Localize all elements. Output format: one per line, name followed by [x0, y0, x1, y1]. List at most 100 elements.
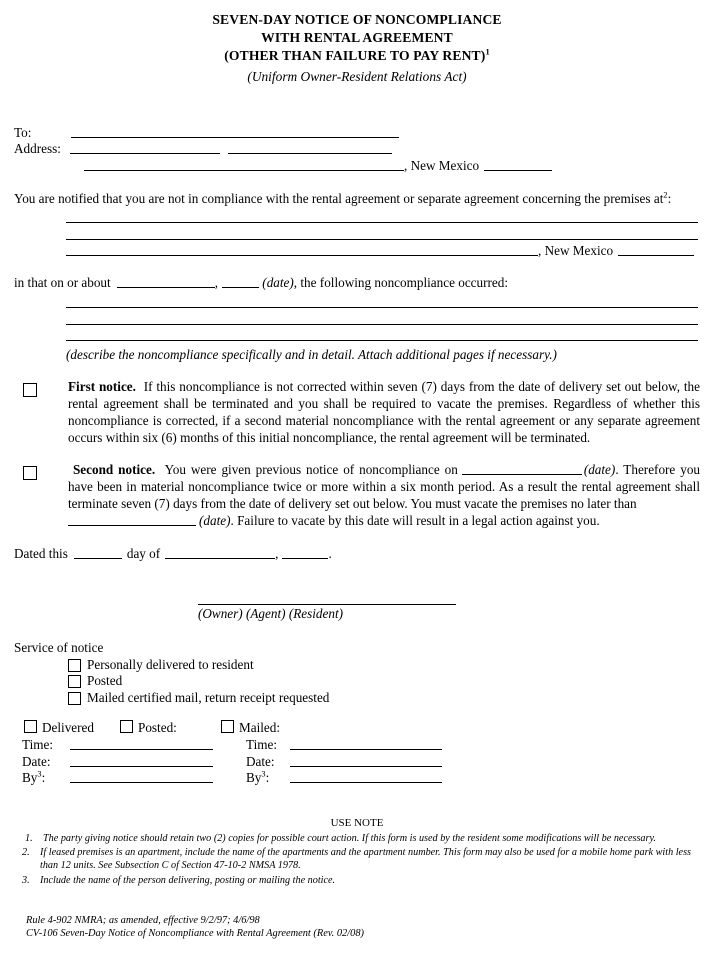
second-notice-heading: Second notice.	[72, 462, 156, 478]
service-checkbox-mailed-certified[interactable]	[68, 691, 81, 705]
premises-row-1	[66, 210, 700, 227]
left-by-label: By3:	[22, 770, 70, 787]
use-note-text-1: The party giving notice should retain tw…	[43, 832, 656, 844]
delivered-label: Delivered	[42, 720, 94, 736]
premises-blank-1[interactable]	[66, 211, 698, 224]
document-subtitle: (Uniform Owner-Resident Relations Act)	[247, 68, 467, 84]
left-date-label: Date:	[22, 753, 51, 769]
dated-month-blank[interactable]	[165, 547, 276, 560]
mailed-label: Mailed:	[239, 720, 281, 736]
dated-lead-text: Dated this	[14, 546, 68, 562]
mailed-checkbox-group[interactable]: Mailed:	[221, 720, 280, 737]
left-by-row: By3:	[22, 770, 213, 787]
service-checkbox-posted[interactable]	[68, 675, 81, 689]
delivered-checkbox[interactable]	[24, 720, 37, 734]
address-zip-blank[interactable]	[484, 159, 553, 171]
right-by-row: By3:	[246, 770, 442, 787]
occurrence-tail-text: , the following noncompliance occurred:	[293, 274, 509, 290]
premises-intro-paragraph: You are notified that you are not in com…	[14, 191, 700, 208]
occurrence-comma: ,	[214, 274, 218, 290]
occurrence-lead-row: in that on or about, (date), the followi…	[14, 275, 700, 292]
occurrence-date-blank-2[interactable]	[222, 275, 259, 288]
service-checkbox-personally-delivered[interactable]	[68, 658, 81, 672]
second-notice-date-blank-2[interactable]	[68, 514, 196, 526]
delivered-checkbox-group[interactable]: Delivered	[24, 720, 94, 737]
right-by-colon: :	[265, 770, 270, 786]
first-notice-text: If this noncompliance is not corrected w…	[68, 379, 700, 445]
occurrence-row-3	[66, 328, 700, 345]
dated-middle-text: day of	[126, 546, 161, 562]
footer-form-line: CV-106 Seven-Day Notice of Noncompliance…	[26, 928, 364, 940]
left-time-blank[interactable]	[70, 738, 213, 751]
second-notice-date-label-1: (date)	[583, 462, 616, 478]
premises-intro-colon: :	[667, 191, 672, 207]
first-notice-checkbox[interactable]	[23, 383, 37, 398]
first-notice-block: First notice. If this noncompliance is n…	[14, 379, 700, 446]
occurrence-desc-blank-1[interactable]	[66, 296, 698, 309]
occurrence-block: in that on or about, (date), the followi…	[14, 275, 700, 364]
use-note-text-3: Include the name of the person deliverin…	[40, 874, 336, 886]
right-by-blank[interactable]	[290, 771, 442, 784]
address-input-blank-1[interactable]	[70, 142, 221, 155]
title-line-3: (OTHER THAN FAILURE TO PAY RENT)1	[14, 47, 700, 65]
premises-blank-2[interactable]	[66, 227, 698, 240]
use-note-item-1: 1. The party giving notice should retain…	[14, 832, 700, 845]
address-row-2: , New Mexico	[14, 158, 700, 175]
address-city-blank[interactable]	[84, 159, 404, 171]
use-note-item-2: 2. If leased premises is an apartment, i…	[14, 846, 700, 873]
footer-rule-line: Rule 4-902 NMRA; as amended, effective 9…	[26, 914, 260, 926]
dated-year-blank[interactable]	[282, 547, 329, 560]
dated-comma: ,	[275, 546, 279, 562]
recipient-block: To: Address: , New Mexico	[14, 125, 700, 175]
address-input-blank-2[interactable]	[228, 142, 393, 155]
dated-period: .	[328, 546, 332, 562]
address-row-1: Address:	[14, 141, 700, 158]
service-option-personally-delivered[interactable]: Personally delivered to resident	[14, 657, 700, 674]
first-notice-paragraph: First notice. If this noncompliance is n…	[68, 379, 700, 446]
service-option-label-1: Personally delivered to resident	[87, 656, 254, 672]
left-time-row: Time:	[22, 737, 213, 754]
mailed-checkbox[interactable]	[221, 720, 234, 734]
service-option-posted[interactable]: Posted	[14, 673, 700, 690]
occurrence-date-blank-1[interactable]	[116, 275, 215, 288]
title-line-1: SEVEN-DAY NOTICE OF NONCOMPLIANCE	[212, 12, 502, 27]
occurrence-date-label: (date)	[262, 274, 294, 290]
signature-line[interactable]	[198, 589, 456, 605]
to-input-blank[interactable]	[70, 126, 399, 138]
premises-zip-blank[interactable]	[618, 244, 695, 257]
title-line-3-text: (OTHER THAN FAILURE TO PAY RENT)	[224, 47, 486, 63]
dated-day-blank[interactable]	[73, 547, 122, 560]
right-by-text: By	[246, 770, 262, 786]
posted-checkbox-group[interactable]: Posted:	[120, 720, 177, 737]
posted-checkbox[interactable]	[120, 720, 133, 734]
second-notice-text-3: . Failure to vacate by this date will re…	[230, 512, 600, 528]
premises-city-blank[interactable]	[66, 244, 538, 257]
signature-caption: (Owner) (Agent) (Resident)	[198, 605, 344, 621]
service-option-label-2: Posted	[87, 673, 123, 689]
use-note-num-3: 3.	[22, 874, 30, 886]
right-time-row: Time:	[246, 737, 442, 754]
second-notice-date-blank-1[interactable]	[461, 463, 582, 476]
right-date-blank[interactable]	[290, 754, 442, 767]
occurrence-desc-blank-3[interactable]	[66, 329, 698, 342]
left-date-blank[interactable]	[70, 754, 213, 767]
second-notice-paragraph: Second notice. You were given previous n…	[68, 462, 700, 529]
second-notice-text-1: You were given previous notice of noncom…	[164, 462, 458, 478]
second-notice-checkbox[interactable]	[23, 466, 37, 481]
premises-block: You are notified that you are not in com…	[14, 191, 700, 259]
left-by-colon: :	[41, 770, 46, 786]
left-by-blank[interactable]	[70, 771, 213, 784]
service-option-mailed-certified[interactable]: Mailed certified mail, return receipt re…	[14, 690, 700, 707]
left-time-label: Time:	[22, 737, 54, 753]
use-note-heading: USE NOTE	[330, 817, 384, 829]
delivery-record-block: Delivered Posted: Mailed: Time: Date: By…	[14, 720, 700, 792]
occurrence-row-2	[66, 312, 700, 329]
right-time-blank[interactable]	[290, 738, 442, 751]
occurrence-row-1	[66, 295, 700, 312]
service-option-label-3: Mailed certified mail, return receipt re…	[87, 689, 330, 705]
use-note-num-1: 1.	[25, 832, 33, 844]
document-title-block: SEVEN-DAY NOTICE OF NONCOMPLIANCE WITH R…	[14, 11, 700, 85]
occurrence-desc-blank-2[interactable]	[66, 312, 698, 325]
dated-row: Dated this day of,.	[14, 546, 700, 563]
posted-label: Posted:	[138, 720, 177, 736]
